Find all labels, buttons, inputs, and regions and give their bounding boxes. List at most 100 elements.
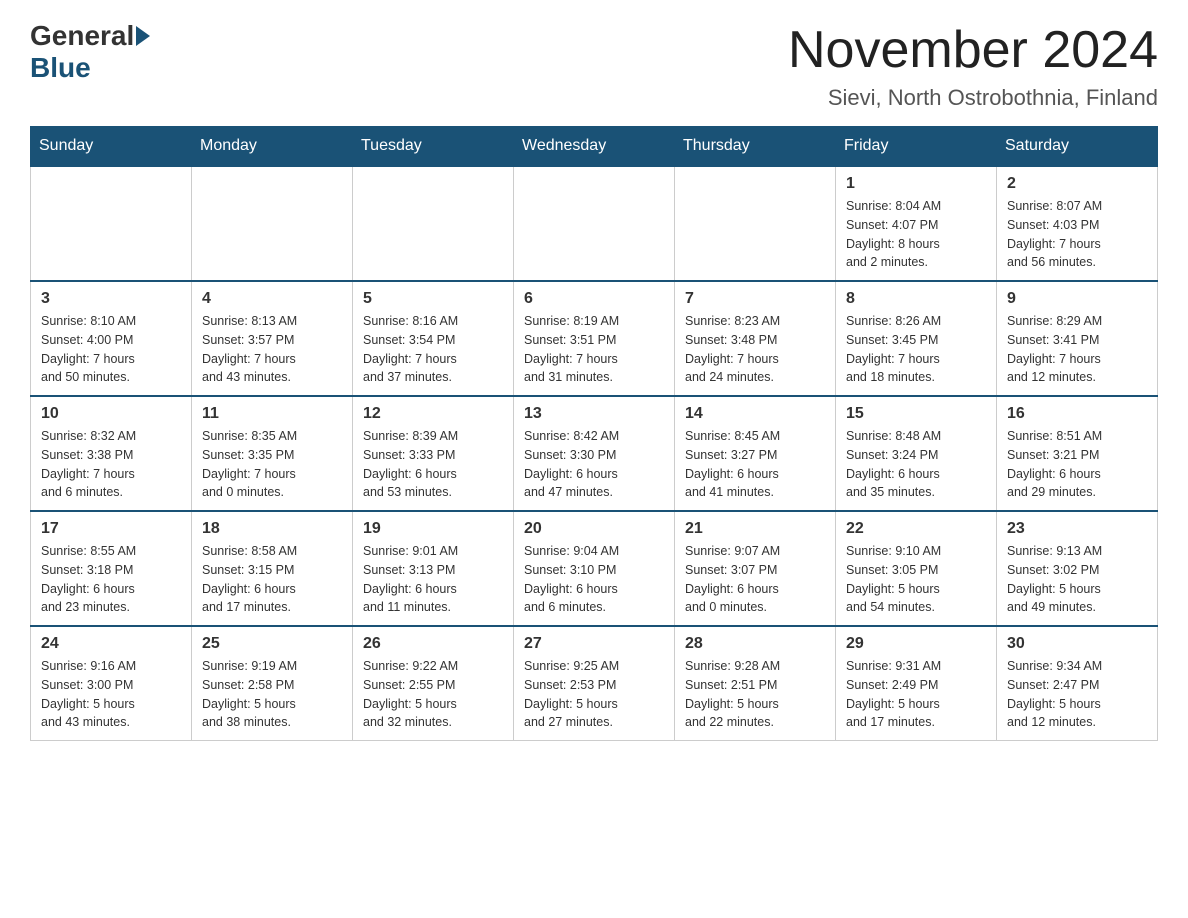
logo-general-text: General (30, 20, 134, 52)
day-info: Sunrise: 8:04 AMSunset: 4:07 PMDaylight:… (846, 197, 986, 272)
day-number: 13 (524, 405, 664, 423)
table-row: 10Sunrise: 8:32 AMSunset: 3:38 PMDayligh… (31, 396, 192, 511)
table-row: 12 Sunrise: 8:39 AMSunset: 3:33 PMDayligh… (353, 396, 514, 511)
table-row: 22 Sunrise: 9:10 AMSunset: 3:05 PMDayligh… (836, 511, 997, 626)
col-saturday: Saturday (997, 127, 1158, 167)
day-info: Sunrise: 8:55 AMSunset: 3:18 PMDaylight:… (41, 542, 181, 617)
table-row: 25 Sunrise: 9:19 AMSunset: 2:58 PMDayligh… (192, 626, 353, 741)
table-row: 27 Sunrise: 9:25 AMSunset: 2:53 PMDayligh… (514, 626, 675, 741)
day-info: Sunrise: 8:39 AMSunset: 3:33 PMDaylight:… (363, 427, 503, 502)
table-row: 9 Sunrise: 8:29 AMSunset: 3:41 PMDaylight… (997, 281, 1158, 396)
col-sunday: Sunday (31, 127, 192, 167)
table-row: 14 Sunrise: 8:45 AMSunset: 3:27 PMDayligh… (675, 396, 836, 511)
day-number: 11 (202, 405, 342, 423)
day-info: Sunrise: 9:04 AMSunset: 3:10 PMDaylight:… (524, 542, 664, 617)
day-info: Sunrise: 8:45 AMSunset: 3:27 PMDaylight:… (685, 427, 825, 502)
day-number: 21 (685, 520, 825, 538)
day-number: 2 (1007, 175, 1147, 193)
table-row: 17 Sunrise: 8:55 AMSunset: 3:18 PMDayligh… (31, 511, 192, 626)
logo-arrow-icon (136, 26, 150, 46)
table-row: 18Sunrise: 8:58 AMSunset: 3:15 PMDayligh… (192, 511, 353, 626)
day-number: 8 (846, 290, 986, 308)
day-info: Sunrise: 9:07 AMSunset: 3:07 PMDaylight:… (685, 542, 825, 617)
day-number: 30 (1007, 635, 1147, 653)
col-wednesday: Wednesday (514, 127, 675, 167)
day-number: 25 (202, 635, 342, 653)
table-row: 7Sunrise: 8:23 AMSunset: 3:48 PMDaylight… (675, 281, 836, 396)
table-row: 1 Sunrise: 8:04 AMSunset: 4:07 PMDaylight… (836, 166, 997, 281)
calendar-week-row: 1 Sunrise: 8:04 AMSunset: 4:07 PMDaylight… (31, 166, 1158, 281)
table-row (514, 166, 675, 281)
title-section: November 2024 Sievi, North Ostrobothnia,… (788, 20, 1158, 111)
table-row: 26 Sunrise: 9:22 AMSunset: 2:55 PMDayligh… (353, 626, 514, 741)
col-thursday: Thursday (675, 127, 836, 167)
table-row (675, 166, 836, 281)
table-row (353, 166, 514, 281)
table-row: 16 Sunrise: 8:51 AMSunset: 3:21 PMDayligh… (997, 396, 1158, 511)
day-info: Sunrise: 8:19 AMSunset: 3:51 PMDaylight:… (524, 312, 664, 387)
day-number: 23 (1007, 520, 1147, 538)
calendar-week-row: 3 Sunrise: 8:10 AMSunset: 4:00 PMDaylight… (31, 281, 1158, 396)
table-row: 3 Sunrise: 8:10 AMSunset: 4:00 PMDaylight… (31, 281, 192, 396)
table-row: 15 Sunrise: 8:48 AMSunset: 3:24 PMDayligh… (836, 396, 997, 511)
day-number: 17 (41, 520, 181, 538)
table-row: 11 Sunrise: 8:35 AMSunset: 3:35 PMDayligh… (192, 396, 353, 511)
calendar-table: Sunday Monday Tuesday Wednesday Thursday… (30, 126, 1158, 741)
day-number: 3 (41, 290, 181, 308)
day-info: Sunrise: 8:48 AMSunset: 3:24 PMDaylight:… (846, 427, 986, 502)
day-info: Sunrise: 9:19 AMSunset: 2:58 PMDaylight:… (202, 657, 342, 732)
calendar-week-row: 17 Sunrise: 8:55 AMSunset: 3:18 PMDayligh… (31, 511, 1158, 626)
day-number: 26 (363, 635, 503, 653)
table-row (192, 166, 353, 281)
table-row: 19 Sunrise: 9:01 AMSunset: 3:13 PMDayligh… (353, 511, 514, 626)
day-info: Sunrise: 8:13 AMSunset: 3:57 PMDaylight:… (202, 312, 342, 387)
page-header: General Blue November 2024 Sievi, North … (30, 20, 1158, 111)
calendar-week-row: 24 Sunrise: 9:16 AMSunset: 3:00 PMDayligh… (31, 626, 1158, 741)
day-info: Sunrise: 8:32 AMSunset: 3:38 PMDaylight:… (41, 427, 181, 502)
day-number: 1 (846, 175, 986, 193)
day-number: 12 (363, 405, 503, 423)
day-number: 29 (846, 635, 986, 653)
day-info: Sunrise: 9:25 AMSunset: 2:53 PMDaylight:… (524, 657, 664, 732)
calendar-header-row: Sunday Monday Tuesday Wednesday Thursday… (31, 127, 1158, 167)
day-number: 4 (202, 290, 342, 308)
day-number: 22 (846, 520, 986, 538)
day-info: Sunrise: 8:29 AMSunset: 3:41 PMDaylight:… (1007, 312, 1147, 387)
day-info: Sunrise: 8:16 AMSunset: 3:54 PMDaylight:… (363, 312, 503, 387)
day-info: Sunrise: 9:28 AMSunset: 2:51 PMDaylight:… (685, 657, 825, 732)
day-number: 27 (524, 635, 664, 653)
table-row: 29 Sunrise: 9:31 AMSunset: 2:49 PMDayligh… (836, 626, 997, 741)
day-info: Sunrise: 8:35 AMSunset: 3:35 PMDaylight:… (202, 427, 342, 502)
day-number: 16 (1007, 405, 1147, 423)
day-info: Sunrise: 8:10 AMSunset: 4:00 PMDaylight:… (41, 312, 181, 387)
table-row: 5 Sunrise: 8:16 AMSunset: 3:54 PMDaylight… (353, 281, 514, 396)
table-row: 21 Sunrise: 9:07 AMSunset: 3:07 PMDayligh… (675, 511, 836, 626)
month-title: November 2024 (788, 20, 1158, 80)
table-row: 2Sunrise: 8:07 AMSunset: 4:03 PMDaylight… (997, 166, 1158, 281)
table-row: 28Sunrise: 9:28 AMSunset: 2:51 PMDayligh… (675, 626, 836, 741)
day-info: Sunrise: 8:51 AMSunset: 3:21 PMDaylight:… (1007, 427, 1147, 502)
logo-blue-text: Blue (30, 52, 91, 84)
day-number: 19 (363, 520, 503, 538)
day-number: 24 (41, 635, 181, 653)
day-number: 15 (846, 405, 986, 423)
table-row: 6Sunrise: 8:19 AMSunset: 3:51 PMDaylight… (514, 281, 675, 396)
day-info: Sunrise: 9:31 AMSunset: 2:49 PMDaylight:… (846, 657, 986, 732)
day-info: Sunrise: 8:23 AMSunset: 3:48 PMDaylight:… (685, 312, 825, 387)
day-info: Sunrise: 9:16 AMSunset: 3:00 PMDaylight:… (41, 657, 181, 732)
table-row: 20 Sunrise: 9:04 AMSunset: 3:10 PMDayligh… (514, 511, 675, 626)
day-info: Sunrise: 9:01 AMSunset: 3:13 PMDaylight:… (363, 542, 503, 617)
day-info: Sunrise: 9:22 AMSunset: 2:55 PMDaylight:… (363, 657, 503, 732)
table-row: 8 Sunrise: 8:26 AMSunset: 3:45 PMDaylight… (836, 281, 997, 396)
day-info: Sunrise: 8:58 AMSunset: 3:15 PMDaylight:… (202, 542, 342, 617)
logo: General Blue (30, 20, 150, 84)
day-info: Sunrise: 9:10 AMSunset: 3:05 PMDaylight:… (846, 542, 986, 617)
day-number: 14 (685, 405, 825, 423)
day-number: 20 (524, 520, 664, 538)
day-number: 5 (363, 290, 503, 308)
day-info: Sunrise: 8:42 AMSunset: 3:30 PMDaylight:… (524, 427, 664, 502)
col-tuesday: Tuesday (353, 127, 514, 167)
day-number: 9 (1007, 290, 1147, 308)
table-row: 24 Sunrise: 9:16 AMSunset: 3:00 PMDayligh… (31, 626, 192, 741)
day-info: Sunrise: 8:26 AMSunset: 3:45 PMDaylight:… (846, 312, 986, 387)
